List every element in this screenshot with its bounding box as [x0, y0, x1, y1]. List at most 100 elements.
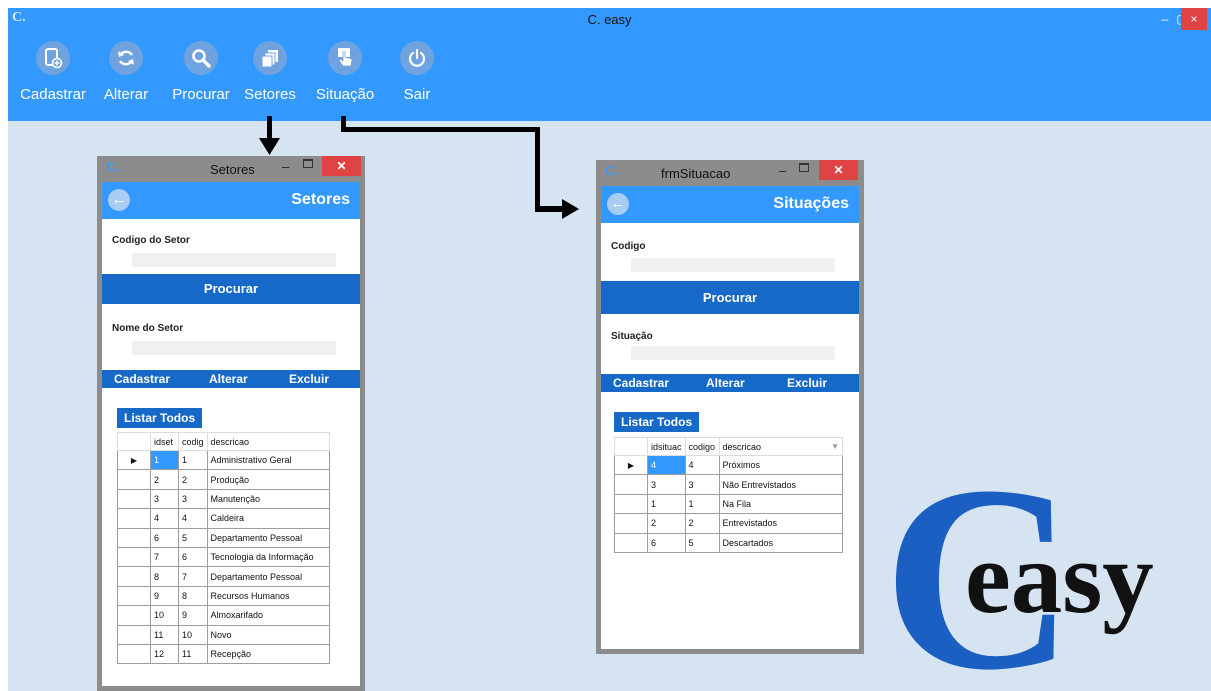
table-cell[interactable]: Departamento Pessoal — [206, 566, 331, 587]
table-cell[interactable]: 9 — [150, 585, 179, 607]
table-cell[interactable]: Almoxarifado — [206, 605, 331, 626]
sair-button[interactable]: Sair — [392, 41, 442, 103]
row-header[interactable] — [117, 605, 151, 626]
setores-button[interactable]: Setores — [240, 41, 300, 103]
table-cell[interactable]: Próximos — [718, 454, 844, 476]
table-cell[interactable]: 11 — [150, 624, 179, 645]
situacao-button[interactable]: Situação — [308, 41, 382, 103]
table-cell[interactable]: 2 — [647, 513, 686, 534]
row-header[interactable] — [614, 474, 648, 495]
table-row[interactable]: 2 2 Produção — [117, 469, 331, 490]
table-cell[interactable]: Descartados — [718, 532, 844, 553]
table-cell[interactable]: 2 — [150, 469, 179, 490]
row-header[interactable] — [117, 546, 151, 568]
chevron-down-icon[interactable]: ▼ — [831, 442, 839, 451]
row-header[interactable] — [117, 527, 151, 548]
table-cell[interactable]: Produção — [206, 469, 331, 490]
table-cell[interactable]: 3 — [647, 474, 686, 495]
table-cell[interactable]: 1 — [684, 493, 720, 515]
back-arrow-icon[interactable]: ← — [607, 193, 629, 215]
row-header[interactable] — [117, 585, 151, 607]
row-selector-icon[interactable]: ▶ — [117, 449, 151, 471]
row-header[interactable] — [117, 624, 151, 645]
setores-alterar-button[interactable]: Alterar — [209, 372, 248, 386]
column-header[interactable]: codigo — [684, 437, 720, 456]
setores-minimize-button[interactable]: – — [282, 159, 289, 174]
table-cell[interactable]: Recursos Humanos — [206, 585, 331, 607]
table-cell[interactable]: 2 — [178, 469, 208, 490]
situacao-grid[interactable]: idsituac codigo descricao ▼ ▶ 4 4 Próximos 3 3… — [614, 437, 844, 553]
table-cell[interactable]: Administrativo Geral — [206, 449, 331, 471]
table-cell[interactable]: Recepção — [206, 643, 331, 665]
table-cell[interactable]: 7 — [150, 546, 179, 568]
column-header[interactable]: codig — [178, 432, 208, 451]
table-row[interactable]: 11 10 Novo — [117, 624, 331, 645]
row-header[interactable] — [117, 469, 151, 490]
table-row[interactable]: 3 3 Não Entrevistados — [614, 474, 844, 495]
table-cell[interactable]: 4 — [178, 508, 208, 529]
setores-maximize-button[interactable] — [303, 159, 313, 168]
row-header[interactable] — [117, 643, 151, 665]
row-header[interactable] — [614, 513, 648, 534]
table-cell[interactable]: 4 — [150, 508, 179, 529]
table-row[interactable]: 3 3 Manutenção — [117, 488, 331, 510]
table-row[interactable]: 7 6 Tecnologia da Informação — [117, 546, 331, 568]
table-row[interactable]: 1 1 Na Fila — [614, 493, 844, 515]
situacao-listar-todos-button[interactable]: Listar Todos — [614, 412, 700, 432]
situacao-close-button[interactable]: ✕ — [819, 160, 858, 180]
table-cell[interactable]: 10 — [178, 624, 208, 645]
table-cell[interactable]: Manutenção — [206, 488, 331, 510]
table-row[interactable]: 6 5 Departamento Pessoal — [117, 527, 331, 548]
table-cell[interactable]: Caldeira — [206, 508, 331, 529]
situacao-cadastrar-button[interactable]: Cadastrar — [613, 376, 669, 390]
table-row[interactable]: ▶ 4 4 Próximos — [614, 454, 844, 476]
situacao-input[interactable] — [631, 346, 835, 360]
row-header[interactable] — [117, 488, 151, 510]
setores-close-button[interactable]: ✕ — [322, 156, 361, 176]
table-cell[interactable]: 3 — [178, 488, 208, 510]
nome-setor-input[interactable] — [132, 341, 336, 355]
setores-listar-todos-button[interactable]: Listar Todos — [117, 408, 203, 428]
table-cell[interactable]: 5 — [178, 527, 208, 548]
row-header[interactable] — [614, 493, 648, 515]
table-row[interactable]: 10 9 Almoxarifado — [117, 605, 331, 626]
table-row[interactable]: 4 4 Caldeira — [117, 508, 331, 529]
column-header[interactable]: descricao — [206, 432, 331, 451]
column-header[interactable]: descricao ▼ — [718, 437, 844, 456]
table-cell[interactable]: 8 — [150, 566, 179, 587]
row-selector-icon[interactable]: ▶ — [614, 454, 648, 476]
table-cell[interactable]: 4 — [647, 454, 686, 476]
alterar-button[interactable]: Alterar — [96, 41, 156, 103]
table-cell[interactable]: 3 — [684, 474, 720, 495]
close-button[interactable]: × — [1181, 8, 1207, 30]
table-cell[interactable]: 5 — [684, 532, 720, 553]
table-cell[interactable]: 2 — [684, 513, 720, 534]
back-arrow-icon[interactable]: ← — [108, 189, 130, 211]
table-cell[interactable]: Não Entrevistados — [718, 474, 844, 495]
table-cell[interactable]: 12 — [150, 643, 179, 665]
table-cell[interactable]: 6 — [178, 546, 208, 568]
table-cell[interactable]: 6 — [647, 532, 686, 553]
table-row[interactable]: ▶ 1 1 Administrativo Geral — [117, 449, 331, 471]
codigo-setor-input[interactable] — [132, 253, 336, 267]
minimize-button[interactable]: – — [1157, 8, 1173, 30]
table-cell[interactable]: 9 — [178, 605, 208, 626]
codigo-input[interactable] — [631, 258, 835, 272]
table-cell[interactable]: 1 — [150, 449, 179, 471]
row-header[interactable] — [117, 508, 151, 529]
table-cell[interactable]: Tecnologia da Informação — [206, 546, 331, 568]
table-cell[interactable]: 7 — [178, 566, 208, 587]
table-row[interactable]: 8 7 Departamento Pessoal — [117, 566, 331, 587]
row-header[interactable] — [614, 532, 648, 553]
table-row[interactable]: 12 11 Recepção — [117, 643, 331, 665]
procurar-button[interactable]: Procurar — [168, 41, 234, 103]
table-row[interactable]: 9 8 Recursos Humanos — [117, 585, 331, 607]
situacao-alterar-button[interactable]: Alterar — [706, 376, 745, 390]
table-cell[interactable]: 4 — [684, 454, 720, 476]
situacao-excluir-button[interactable]: Excluir — [787, 376, 827, 390]
setores-excluir-button[interactable]: Excluir — [289, 372, 329, 386]
table-cell[interactable]: Departamento Pessoal — [206, 527, 331, 548]
table-cell[interactable]: 1 — [647, 493, 686, 515]
table-cell[interactable]: 10 — [150, 605, 179, 626]
table-row[interactable]: 6 5 Descartados — [614, 532, 844, 553]
